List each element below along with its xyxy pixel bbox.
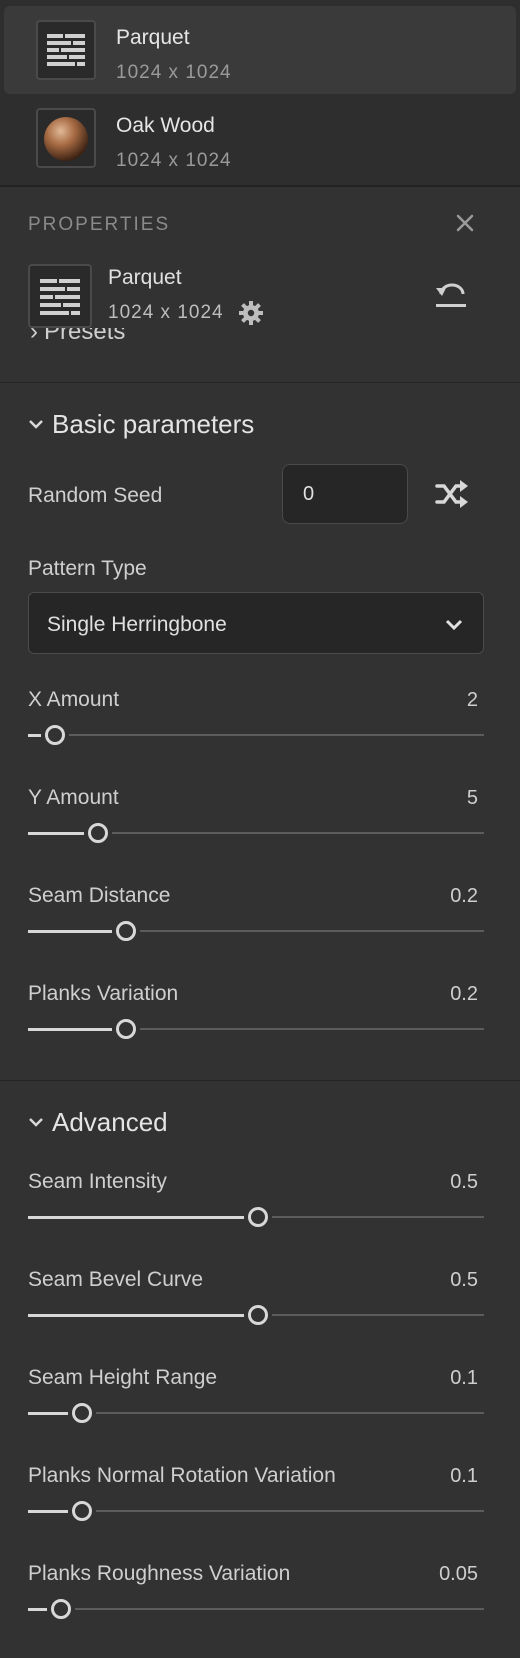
slider-thumb[interactable]	[72, 1403, 92, 1423]
slider-track	[75, 1608, 484, 1610]
seam-distance-slider[interactable]	[28, 921, 484, 941]
random-seed-value: 0	[303, 483, 315, 505]
divider	[0, 1080, 520, 1081]
presets-section-header[interactable]: › Presets	[30, 328, 125, 352]
random-seed-input[interactable]: 0	[282, 464, 408, 524]
slider-track	[96, 1412, 484, 1414]
material-item-parquet[interactable]: Parquet 1024 x 1024	[4, 6, 516, 94]
material-name: Parquet	[116, 26, 190, 49]
slider-thumb[interactable]	[248, 1305, 268, 1325]
planks-normal-rotation-variation-slider[interactable]	[28, 1501, 484, 1521]
y-amount-value: 5	[466, 787, 478, 809]
pattern-type-value: Single Herringbone	[47, 613, 227, 636]
slider-fill	[28, 1510, 68, 1513]
slider-fill	[28, 930, 112, 933]
materials-list: Parquet 1024 x 1024 Oak Wood 1024 x 1024	[0, 0, 520, 186]
reset-icon[interactable]	[432, 280, 470, 310]
presets-label: Presets	[44, 328, 126, 345]
slider-thumb[interactable]	[248, 1207, 268, 1227]
slider-track	[140, 1028, 484, 1030]
planks-normal-rotation-variation-label: Planks Normal Rotation Variation	[28, 1464, 336, 1487]
x-amount-label: X Amount	[28, 688, 120, 711]
seam-bevel-curve-value: 0.5	[450, 1269, 478, 1291]
planks-variation-value: 0.2	[450, 983, 478, 1005]
y-amount-slider[interactable]	[28, 823, 484, 843]
parquet-thumbnail-icon	[36, 20, 96, 80]
slider-track	[69, 734, 484, 736]
slider-track	[272, 1314, 484, 1316]
seam-distance-value: 0.2	[450, 885, 478, 907]
slider-fill	[28, 832, 84, 835]
seam-bevel-curve-label: Seam Bevel Curve	[28, 1268, 204, 1291]
seam-bevel-curve-slider[interactable]	[28, 1305, 484, 1325]
pattern-type-dropdown[interactable]: Single Herringbone	[28, 592, 484, 654]
slider-fill	[28, 1608, 47, 1611]
seam-intensity-label: Seam Intensity	[28, 1170, 167, 1193]
random-seed-label: Random Seed	[28, 484, 163, 507]
properties-title: PROPERTIES	[28, 214, 171, 235]
slider-fill	[28, 1412, 68, 1415]
planks-variation-label: Planks Variation	[28, 982, 179, 1005]
parquet-thumbnail-icon	[28, 264, 92, 328]
material-name: Oak Wood	[116, 114, 215, 137]
x-amount-slider[interactable]	[28, 725, 484, 745]
advanced-title[interactable]: Advanced	[52, 1107, 168, 1138]
chevron-down-icon	[443, 613, 465, 635]
gear-icon[interactable]	[238, 300, 264, 326]
slider-track	[96, 1510, 484, 1512]
divider	[0, 382, 520, 383]
slider-fill	[28, 734, 41, 737]
seam-height-range-slider[interactable]	[28, 1403, 484, 1423]
y-amount-label: Y Amount	[28, 786, 119, 809]
slider-thumb[interactable]	[116, 1019, 136, 1039]
slider-fill	[28, 1216, 244, 1219]
slider-track	[140, 930, 484, 932]
material-size: 1024 x 1024	[116, 62, 232, 83]
chevron-down-icon[interactable]	[26, 414, 46, 434]
slider-track	[112, 832, 484, 834]
planks-roughness-variation-value: 0.05	[439, 1563, 478, 1585]
pattern-type-label: Pattern Type	[28, 557, 147, 580]
seam-intensity-slider[interactable]	[28, 1207, 484, 1227]
slider-track	[272, 1216, 484, 1218]
slider-fill	[28, 1314, 244, 1317]
chevron-down-icon[interactable]	[26, 1112, 46, 1132]
slider-thumb[interactable]	[45, 725, 65, 745]
shuffle-icon[interactable]	[434, 478, 470, 510]
seam-distance-label: Seam Distance	[28, 884, 171, 907]
planks-normal-rotation-variation-value: 0.1	[450, 1465, 478, 1487]
basic-parameters-title[interactable]: Basic parameters	[52, 409, 254, 440]
divider	[0, 185, 520, 187]
seam-height-range-value: 0.1	[450, 1367, 478, 1389]
x-amount-value: 2	[466, 689, 478, 711]
material-item-oak-wood[interactable]: Oak Wood 1024 x 1024	[4, 94, 516, 182]
planks-roughness-variation-label: Planks Roughness Variation	[28, 1562, 291, 1585]
slider-thumb[interactable]	[88, 823, 108, 843]
properties-material-size: 1024 x 1024	[108, 302, 224, 323]
slider-thumb[interactable]	[72, 1501, 92, 1521]
slider-fill	[28, 1028, 112, 1031]
properties-material-name: Parquet	[108, 266, 182, 289]
material-size: 1024 x 1024	[116, 150, 232, 171]
planks-variation-slider[interactable]	[28, 1019, 484, 1039]
wood-sphere-thumbnail-icon	[36, 108, 96, 168]
seam-height-range-label: Seam Height Range	[28, 1366, 218, 1389]
planks-roughness-variation-slider[interactable]	[28, 1599, 484, 1619]
seam-intensity-value: 0.5	[450, 1171, 478, 1193]
close-icon[interactable]	[452, 210, 478, 236]
slider-thumb[interactable]	[116, 921, 136, 941]
slider-thumb[interactable]	[51, 1599, 71, 1619]
